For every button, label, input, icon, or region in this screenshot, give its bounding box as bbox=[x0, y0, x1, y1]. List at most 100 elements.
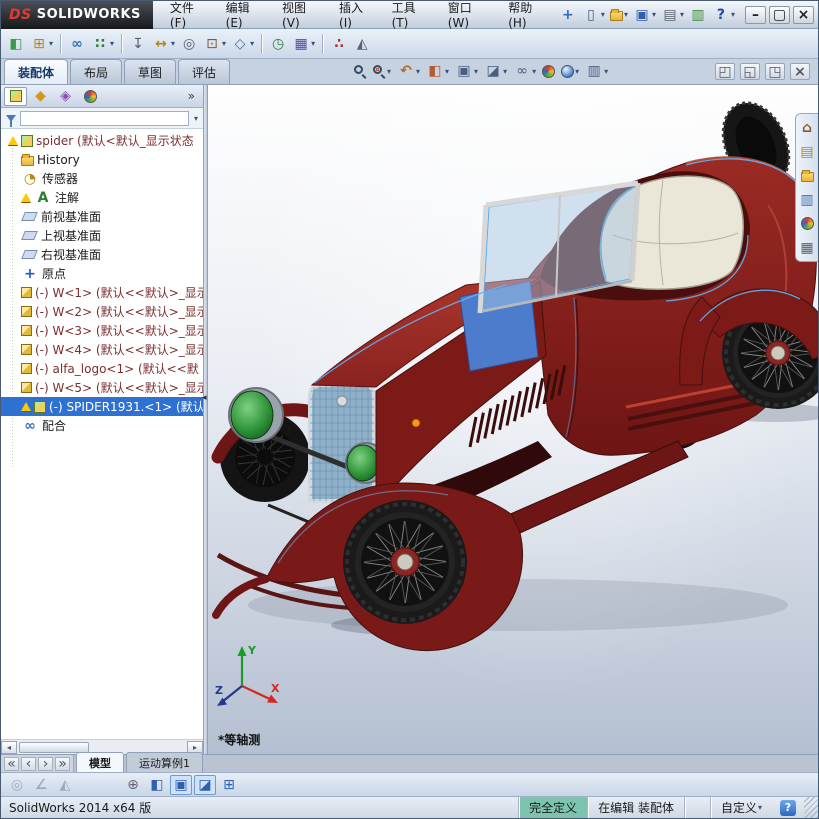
bill-of-materials-button[interactable]: ▦ ▾ bbox=[290, 34, 317, 54]
taskpane-view-palette-button[interactable]: ▥ bbox=[798, 190, 817, 209]
close-button[interactable]: × bbox=[793, 5, 814, 24]
maximize-button[interactable]: ▢ bbox=[769, 5, 790, 24]
next-tab-button[interactable]: › bbox=[38, 756, 53, 771]
panel-tabs: ◆ ◈ » bbox=[1, 85, 203, 108]
edit-component-button[interactable]: ◧ bbox=[5, 34, 27, 54]
chevron-down-icon: ▾ bbox=[387, 66, 392, 76]
pane-restore-button[interactable]: ◰ bbox=[715, 63, 735, 80]
print-document-button[interactable]: ▤ ▾ bbox=[659, 5, 686, 25]
tree-item-component-alfa-logo[interactable]: (-) alfa_logo<1> (默认<<默 bbox=[1, 359, 203, 378]
taskpane-appearances-scenes-button[interactable] bbox=[798, 214, 817, 233]
help-button[interactable]: ? ▾ bbox=[710, 5, 737, 25]
smart-fasteners-button[interactable]: ↧ bbox=[127, 34, 149, 54]
scroll-left-button[interactable]: ◂ bbox=[1, 740, 17, 754]
chevron-down-icon: ▾ bbox=[757, 803, 762, 812]
tree-item-root-spider[interactable]: spider (默认<默认_显示状态 bbox=[1, 131, 203, 150]
linear-component-pattern-button[interactable]: ∷ ▾ bbox=[89, 34, 116, 54]
new-motion-study-button[interactable]: ◷ bbox=[267, 34, 289, 54]
resize-grip[interactable] bbox=[804, 797, 818, 818]
view-settings-icon: ▥ bbox=[587, 63, 601, 79]
panel-overflow-button[interactable]: » bbox=[183, 89, 200, 103]
panel-tab-feature-manager[interactable] bbox=[4, 86, 27, 106]
display-style-button[interactable]: ◪ bbox=[194, 774, 216, 795]
new-document-button[interactable]: ▯ ▾ bbox=[580, 5, 607, 25]
panel-tab-configuration-manager[interactable]: ◈ bbox=[54, 87, 77, 106]
section-view-button[interactable]: ◧ ▾ bbox=[425, 61, 450, 81]
status-custom-dropdown[interactable]: 自定义 ▾ bbox=[709, 797, 772, 818]
assembly-features-button[interactable]: ⊡ ▾ bbox=[201, 34, 228, 54]
last-tab-icon: » bbox=[58, 755, 67, 772]
pane-close-button[interactable]: × bbox=[790, 63, 810, 80]
previous-tab-button[interactable]: ‹ bbox=[21, 756, 36, 771]
tree-item-component-spider1931[interactable]: (-) SPIDER1931.<1> (默认 bbox=[1, 397, 203, 416]
last-tab-button[interactable]: » bbox=[55, 755, 70, 772]
annotations-icon: A bbox=[37, 189, 49, 206]
chevron-down-icon: ▾ bbox=[604, 66, 609, 76]
taskpane-custom-properties-button[interactable]: ▦ bbox=[798, 238, 817, 257]
panel-tab-property-manager[interactable]: ◆ bbox=[29, 87, 52, 106]
instant-3d-button[interactable]: ◭ bbox=[351, 34, 373, 54]
mate-button[interactable]: ∞ bbox=[66, 34, 88, 54]
graphics-area[interactable]: ⌂ ▤ ▥ ▦ Y X Z *等轴测 bbox=[208, 85, 818, 754]
reference-geometry-button[interactable]: ◇ ▾ bbox=[229, 34, 256, 54]
pane-split-button[interactable]: ◱ bbox=[740, 63, 760, 80]
save-document-button[interactable]: ▣ ▾ bbox=[631, 5, 658, 25]
section-view-button[interactable]: ◧ bbox=[146, 775, 168, 795]
tab-evaluate[interactable]: 评估 bbox=[178, 59, 231, 84]
previous-view-button[interactable]: ↶ ▾ bbox=[396, 61, 421, 81]
mass-properties-button[interactable]: ◭ bbox=[54, 775, 76, 795]
measure-button[interactable]: ∠ bbox=[30, 775, 52, 795]
tree-item-history[interactable]: History bbox=[1, 150, 203, 169]
model-tab-motion-study-1[interactable]: 运动算例1 bbox=[126, 752, 203, 772]
tab-sketch[interactable]: 草图 bbox=[124, 59, 177, 84]
display-style-button[interactable]: ◪ ▾ bbox=[483, 61, 508, 81]
taskpane-solidworks-resources-button[interactable]: ⌂ bbox=[798, 118, 817, 137]
pane-float-button[interactable]: ◳ bbox=[765, 63, 785, 80]
model-tab-model[interactable]: 模型 bbox=[76, 752, 124, 772]
scroll-thumb[interactable] bbox=[19, 741, 89, 753]
show-hidden-components-button[interactable]: ◎ bbox=[178, 34, 200, 54]
status-help-button[interactable]: ? bbox=[780, 799, 796, 816]
pin-menubar-button[interactable]: + bbox=[557, 5, 579, 25]
edit-appearance-button[interactable] bbox=[541, 64, 556, 79]
solidworks-resources-button[interactable]: ▥ bbox=[687, 5, 709, 25]
tree-item-component-w2[interactable]: (-) W<2> (默认<<默认>_显示 bbox=[1, 302, 203, 321]
first-tab-button[interactable]: « bbox=[4, 756, 19, 771]
filter-input[interactable] bbox=[20, 110, 189, 126]
show-hidden-components-icon: ◎ bbox=[182, 35, 196, 52]
exploded-view-button[interactable]: ∴ bbox=[328, 34, 350, 54]
tree-item-origin[interactable]: + 原点 bbox=[1, 264, 203, 283]
tree-item-component-w5[interactable]: (-) W<5> (默认<<默认>_显示 bbox=[1, 378, 203, 397]
tree-item-component-w4[interactable]: (-) W<4> (默认<<默认>_显示 bbox=[1, 340, 203, 359]
taskpane-design-library-button[interactable]: ▤ bbox=[798, 142, 817, 161]
tree-item-component-w1[interactable]: (-) W<1> (默认<<默认>_显示 bbox=[1, 283, 203, 302]
view-orientation-button[interactable]: ▣ ▾ bbox=[454, 61, 479, 81]
panel-tab-display-manager[interactable] bbox=[79, 87, 102, 106]
open-document-button[interactable]: ▾ bbox=[608, 8, 630, 22]
tree-item-sensors[interactable]: ◔ 传感器 bbox=[1, 169, 203, 188]
apply-scene-button[interactable]: ▾ bbox=[560, 64, 580, 79]
tab-layout[interactable]: 布局 bbox=[70, 59, 123, 84]
tab-assembly[interactable]: 装配体 bbox=[4, 59, 69, 84]
zoom-to-fit-button[interactable] bbox=[353, 64, 368, 78]
tree-item-right-plane[interactable]: 右视基准面 bbox=[1, 245, 203, 264]
spider-assembly-model[interactable] bbox=[208, 85, 818, 754]
zoom-to-area-button[interactable]: ▾ bbox=[372, 64, 392, 78]
insert-components-button[interactable]: ⊞ ▾ bbox=[28, 34, 55, 54]
tree-item-top-plane[interactable]: 上视基准面 bbox=[1, 226, 203, 245]
view-orientation-button[interactable]: ▣ bbox=[170, 774, 192, 795]
hide-all-types-button[interactable]: ◎ bbox=[6, 775, 28, 795]
assembly-toolbar: ◧ ⊞ ▾ ∞ ∷ ▾ ↧ ↔ ▾ ◎ ⊡ ▾ ◇ ▾ ◷ ▦ ▾ ∴ ◭ bbox=[1, 29, 818, 59]
tree-item-component-w3[interactable]: (-) W<3> (默认<<默认>_显示 bbox=[1, 321, 203, 340]
tree-item-mates[interactable]: ∞ 配合 bbox=[1, 416, 203, 435]
tree-item-annotations[interactable]: A 注解 bbox=[1, 188, 203, 207]
taskpane-file-explorer-button[interactable] bbox=[798, 166, 817, 185]
quick-snaps-button[interactable]: ⊕ bbox=[122, 775, 144, 795]
tree-item-front-plane[interactable]: 前视基准面 bbox=[1, 207, 203, 226]
collapse-panel-icon[interactable]: ◂ bbox=[202, 393, 207, 403]
move-component-button[interactable]: ↔ ▾ bbox=[150, 34, 177, 54]
minimize-button[interactable]: – bbox=[745, 5, 766, 24]
hide-show-items-button[interactable]: ∞ ▾ bbox=[512, 61, 537, 81]
view-settings-button[interactable]: ▥ ▾ bbox=[584, 61, 609, 81]
grid-system-button[interactable]: ⊞ bbox=[218, 775, 240, 795]
